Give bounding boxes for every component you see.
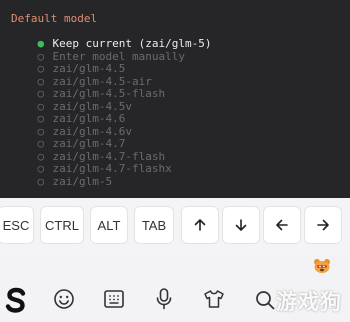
- model-option[interactable]: ○ zai/glm-4.7-flashx: [0, 151, 350, 175]
- prompt-heading: Default model: [11, 12, 98, 25]
- model-option[interactable]: ○ zai/glm-4.5: [0, 51, 350, 75]
- model-option[interactable]: ○ zai/glm-4.5-flash: [0, 76, 350, 100]
- up-arrow-key[interactable]: [181, 206, 219, 244]
- ctrl-key[interactable]: CTRL: [40, 206, 84, 244]
- keyboard-toolbar: 游戏狗: [0, 256, 350, 322]
- terminal-window[interactable]: Default model ● Keep current (zai/glm-5) …: [0, 0, 350, 198]
- model-option-label: zai/glm-5: [52, 174, 113, 188]
- model-option[interactable]: ● Keep current (zai/glm-5): [0, 26, 350, 50]
- emoji-icon[interactable]: [53, 288, 75, 310]
- right-arrow-icon: [317, 219, 329, 231]
- left-arrow-icon: [276, 219, 288, 231]
- model-option[interactable]: ○ zai/glm-4.6: [0, 101, 350, 125]
- model-option[interactable]: ○ zai/glm-5: [0, 163, 350, 188]
- tab-key[interactable]: TAB: [134, 206, 174, 244]
- left-arrow-key[interactable]: [263, 206, 301, 244]
- model-option[interactable]: ○ zai/glm-4.5-air: [0, 63, 350, 88]
- down-arrow-key[interactable]: [222, 206, 260, 244]
- search-icon[interactable]: [254, 289, 276, 311]
- up-arrow-icon: [194, 219, 206, 231]
- model-option[interactable]: ○ zai/glm-4.7-flash: [0, 138, 350, 163]
- model-option[interactable]: ○ zai/glm-4.6v: [0, 113, 350, 138]
- bear-sticker-icon[interactable]: [312, 258, 332, 274]
- swiftkey-logo-icon[interactable]: [4, 286, 28, 314]
- model-option[interactable]: ○ Enter model manually: [0, 38, 350, 63]
- right-arrow-key[interactable]: [304, 206, 342, 244]
- down-arrow-icon: [235, 219, 247, 231]
- model-option[interactable]: ○ zai/glm-4.7: [0, 126, 350, 150]
- extra-keys-row: ESC CTRL ALT TAB: [0, 198, 350, 256]
- microphone-icon[interactable]: [155, 287, 173, 311]
- alt-key[interactable]: ALT: [90, 206, 128, 244]
- clipboard-icon[interactable]: [103, 289, 125, 309]
- model-option[interactable]: ○ zai/glm-4.5v: [0, 88, 350, 113]
- esc-key[interactable]: ESC: [0, 206, 34, 244]
- radio-empty-icon: ○: [37, 174, 45, 188]
- shirt-theme-icon[interactable]: [203, 289, 225, 309]
- watermark-logo: 游戏狗: [276, 290, 342, 314]
